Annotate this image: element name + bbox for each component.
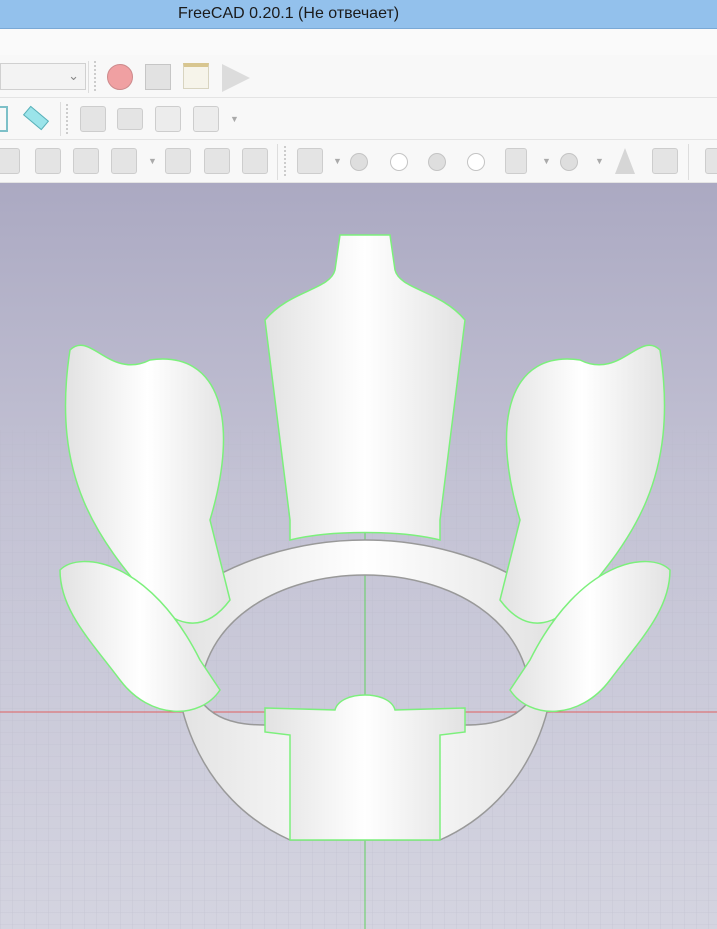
dropdown-arrow-icon[interactable]: ▼ bbox=[148, 156, 157, 166]
edit-macro-icon[interactable] bbox=[183, 63, 209, 89]
section-icon[interactable] bbox=[467, 153, 485, 171]
stop-macro-icon[interactable] bbox=[145, 64, 171, 90]
view-toolbar: ▼ bbox=[0, 98, 717, 140]
join-icon[interactable] bbox=[505, 148, 527, 174]
mirror-icon[interactable] bbox=[35, 148, 61, 174]
revolve-icon[interactable] bbox=[0, 148, 20, 174]
dropdown-arrow-icon[interactable]: ▼ bbox=[333, 156, 342, 166]
workbench-selector[interactable]: ⌄ bbox=[0, 63, 86, 90]
cut-icon[interactable] bbox=[390, 153, 408, 171]
part-toolbar: ▼ ▼ ▼ ▼ bbox=[0, 140, 717, 183]
box-icon[interactable] bbox=[242, 148, 268, 174]
title-bar: FreeCAD 0.20.1 (Не отвечает) bbox=[0, 0, 717, 29]
workbench-macro-toolbar: ⌄ bbox=[0, 55, 717, 98]
3d-model-crown bbox=[0, 234, 717, 929]
shell-icon[interactable] bbox=[165, 148, 191, 174]
dropdown-arrow-icon[interactable]: ▼ bbox=[595, 156, 604, 166]
dropdown-arrow-icon[interactable]: ▼ bbox=[542, 156, 551, 166]
extrude-icon[interactable] bbox=[111, 148, 137, 174]
union-icon[interactable] bbox=[350, 153, 368, 171]
record-macro-icon[interactable] bbox=[107, 64, 133, 90]
cone-icon[interactable] bbox=[615, 148, 635, 174]
menu-bar bbox=[0, 29, 717, 55]
measure-icon[interactable] bbox=[22, 105, 50, 131]
3d-viewport[interactable] bbox=[0, 183, 717, 929]
refine-icon[interactable] bbox=[652, 148, 678, 174]
dropdown-arrow-icon[interactable]: ▼ bbox=[230, 114, 239, 124]
view-icon[interactable] bbox=[0, 106, 8, 132]
chevron-down-icon: ⌄ bbox=[68, 68, 79, 83]
execute-macro-icon[interactable] bbox=[222, 64, 250, 92]
check-geometry-icon[interactable] bbox=[705, 148, 717, 174]
share-icon[interactable] bbox=[155, 106, 181, 132]
offset-icon[interactable] bbox=[204, 148, 230, 174]
part-icon[interactable] bbox=[80, 106, 106, 132]
loft-icon[interactable] bbox=[73, 148, 99, 174]
compound-icon[interactable] bbox=[297, 148, 323, 174]
window-title: FreeCAD 0.20.1 (Не отвечает) bbox=[178, 5, 400, 22]
boolean-icon[interactable] bbox=[560, 153, 578, 171]
common-icon[interactable] bbox=[428, 153, 446, 171]
open-folder-icon[interactable] bbox=[117, 108, 143, 130]
share-more-icon[interactable] bbox=[193, 106, 219, 132]
